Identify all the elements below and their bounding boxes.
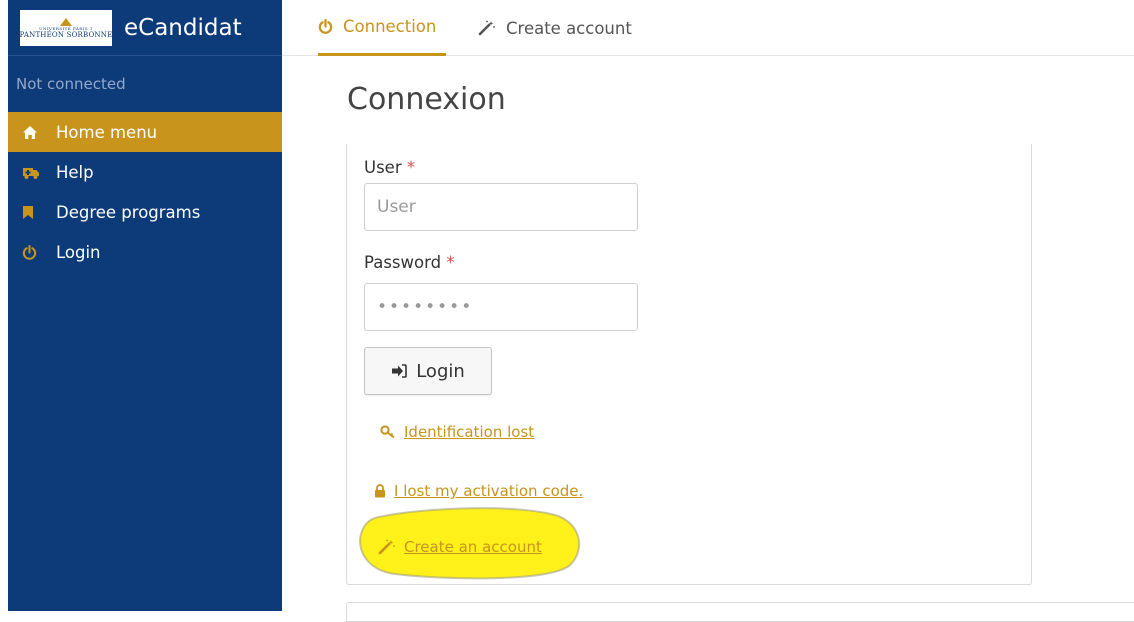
lost-activation-code-link[interactable]: I lost my activation code. <box>394 482 583 500</box>
login-button-label: Login <box>416 360 465 382</box>
required-marker: * <box>406 158 416 177</box>
user-label: User * <box>364 158 415 177</box>
password-label-text: Password <box>364 253 442 272</box>
sidebar-item-label: Help <box>56 162 94 182</box>
user-input[interactable] <box>364 183 638 231</box>
home-icon <box>22 125 56 140</box>
sidebar-menu: Home menu Help Degree programs Login <box>8 112 282 272</box>
sidebar-item-home-menu[interactable]: Home menu <box>8 112 282 152</box>
magic-wand-icon <box>378 539 396 555</box>
sidebar-item-login[interactable]: Login <box>8 232 282 272</box>
tab-label: Create account <box>506 18 632 38</box>
ambulance-icon <box>22 165 56 180</box>
login-button[interactable]: Login <box>364 347 492 395</box>
app-title: eCandidat <box>124 14 242 41</box>
sidebar-item-degree-programs[interactable]: Degree programs <box>8 192 282 232</box>
sign-in-icon <box>391 364 408 378</box>
magic-wand-icon <box>478 20 496 36</box>
sidebar-item-label: Degree programs <box>56 202 201 222</box>
tab-connection[interactable]: Connection <box>318 0 447 56</box>
password-input[interactable] <box>364 283 638 331</box>
create-account-link[interactable]: Create an account <box>404 538 542 556</box>
required-marker: * <box>446 253 455 272</box>
sidebar-item-label: Home menu <box>56 122 158 142</box>
logo-text-line2: PANTHÉON SORBONNE <box>19 30 113 39</box>
brand[interactable]: UNIVERSITÉ PARIS 1 PANTHÉON SORBONNE eCa… <box>8 0 282 56</box>
sidebar: UNIVERSITÉ PARIS 1 PANTHÉON SORBONNE eCa… <box>8 0 282 611</box>
key-icon <box>380 425 396 439</box>
page-title: Connexion <box>347 82 506 117</box>
sidebar-item-help[interactable]: Help <box>8 152 282 192</box>
power-icon <box>22 244 56 260</box>
logo-emblem-icon <box>60 17 72 26</box>
tab-label: Connection <box>343 17 437 36</box>
power-icon <box>318 19 333 34</box>
lock-icon <box>374 484 386 498</box>
top-tab-bar: Connection Create account <box>282 0 1134 56</box>
logo-text-line1: UNIVERSITÉ PARIS 1 <box>39 25 93 31</box>
create-account-row: Create an account <box>378 538 542 556</box>
connection-status: Not connected <box>16 75 126 93</box>
user-label-text: User <box>364 158 402 177</box>
sidebar-item-label: Login <box>56 242 101 262</box>
identification-lost-row: Identification lost <box>380 423 534 441</box>
bookmark-icon <box>22 205 56 220</box>
password-label: Password * <box>364 253 455 272</box>
secondary-panel <box>346 602 1134 622</box>
university-logo: UNIVERSITÉ PARIS 1 PANTHÉON SORBONNE <box>19 9 113 46</box>
tab-create-account[interactable]: Create account <box>478 0 632 56</box>
lost-activation-code-row: I lost my activation code. <box>374 482 583 500</box>
identification-lost-link[interactable]: Identification lost <box>404 423 534 441</box>
login-panel: User * Password * Login Identification l… <box>346 144 1032 585</box>
